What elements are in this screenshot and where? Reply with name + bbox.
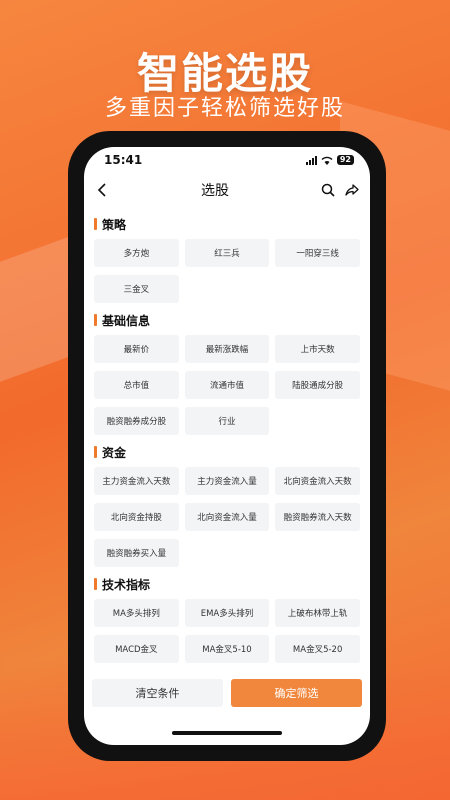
filter-tag[interactable]: 主力资金流入量 (184, 467, 270, 495)
filter-tag[interactable]: 多方炮 (94, 239, 179, 267)
filter-tag[interactable]: 行业 (184, 407, 270, 435)
section-title-text: 策略 (102, 217, 127, 232)
wifi-icon (321, 156, 333, 165)
action-bar: 清空条件 确定筛选 (84, 679, 370, 715)
status-time: 15:41 (104, 153, 143, 167)
filter-tag[interactable]: 最新涨跌幅 (184, 335, 270, 363)
filter-tag[interactable]: 上破布林带上轨 (275, 599, 360, 627)
phone-screen: 15:41 92 选股 策略 多方炮 红三兵 一阳穿三线 三金叉 基础信息 最新… (84, 147, 370, 745)
filter-tag[interactable]: 上市天数 (275, 335, 360, 363)
filter-tag[interactable]: 陆股通成分股 (275, 371, 360, 399)
section-title-text: 技术指标 (102, 577, 151, 592)
home-indicator (172, 731, 282, 735)
filter-tag[interactable]: MA金叉5-10 (184, 635, 270, 663)
section-technical: 技术指标 MA多头排列 EMA多头排列 上破布林带上轨 MACD金叉 MA金叉5… (94, 573, 360, 663)
nav-bar: 选股 (84, 173, 370, 207)
section-title: 策略 (94, 213, 360, 235)
tag-grid: MA多头排列 EMA多头排列 上破布林带上轨 MACD金叉 MA金叉5-10 M… (94, 599, 360, 663)
filter-tag[interactable]: MACD金叉 (94, 635, 179, 663)
status-bar: 15:41 92 (84, 147, 370, 173)
filter-tag[interactable]: 最新价 (94, 335, 179, 363)
section-title-text: 基础信息 (102, 313, 151, 328)
battery-icon: 92 (336, 155, 354, 165)
nav-actions (320, 182, 360, 198)
filter-tag[interactable]: 融资融券流入天数 (275, 503, 360, 531)
tag-grid: 多方炮 红三兵 一阳穿三线 三金叉 (94, 239, 360, 303)
back-icon[interactable] (94, 182, 110, 198)
phone-frame: 15:41 92 选股 策略 多方炮 红三兵 一阳穿三线 三金叉 基础信息 最新… (68, 131, 386, 761)
promo-subtitle: 多重因子轻松筛选好股 (104, 96, 345, 121)
section-marker (94, 446, 97, 458)
section-marker (94, 314, 97, 326)
section-marker (94, 218, 97, 230)
section-title: 技术指标 (94, 573, 360, 595)
filter-tag[interactable]: 三金叉 (94, 275, 179, 303)
filter-tag[interactable]: 流通市值 (184, 371, 270, 399)
filter-tag[interactable]: MA金叉5-20 (275, 635, 360, 663)
filter-content: 策略 多方炮 红三兵 一阳穿三线 三金叉 基础信息 最新价 最新涨跌幅 上市天数 (84, 207, 370, 669)
page-title: 选股 (201, 183, 229, 199)
confirm-button[interactable]: 确定筛选 (231, 679, 362, 707)
filter-tag[interactable]: 融资融券买入量 (94, 539, 179, 567)
filter-tag[interactable]: 红三兵 (184, 239, 270, 267)
tag-grid: 最新价 最新涨跌幅 上市天数 总市值 流通市值 陆股通成分股 融资融券成分股 行… (94, 335, 360, 435)
section-title-text: 资金 (102, 445, 127, 460)
section-strategy: 策略 多方炮 红三兵 一阳穿三线 三金叉 (94, 213, 360, 303)
filter-tag[interactable]: 一阳穿三线 (275, 239, 360, 267)
section-capital: 资金 主力资金流入天数 主力资金流入量 北向资金流入天数 北向资金持股 北向资金… (94, 441, 360, 567)
share-icon[interactable] (344, 182, 360, 198)
signal-icon (305, 155, 317, 165)
filter-tag[interactable]: 北向资金持股 (94, 503, 179, 531)
filter-tag[interactable]: EMA多头排列 (184, 599, 270, 627)
tag-grid: 主力资金流入天数 主力资金流入量 北向资金流入天数 北向资金持股 北向资金流入量… (94, 467, 360, 567)
filter-tag[interactable]: 主力资金流入天数 (94, 467, 179, 495)
clear-button[interactable]: 清空条件 (92, 679, 223, 707)
section-basic-info: 基础信息 最新价 最新涨跌幅 上市天数 总市值 流通市值 陆股通成分股 融资融券… (94, 309, 360, 435)
section-marker (94, 578, 97, 590)
search-icon[interactable] (320, 182, 336, 198)
section-title: 基础信息 (94, 309, 360, 331)
filter-tag[interactable]: 总市值 (94, 371, 179, 399)
filter-tag[interactable]: 融资融券成分股 (94, 407, 179, 435)
filter-tag[interactable]: 北向资金流入量 (184, 503, 270, 531)
status-icons: 92 (305, 155, 354, 165)
section-title: 资金 (94, 441, 360, 463)
filter-tag[interactable]: MA多头排列 (94, 599, 179, 627)
filter-tag[interactable]: 北向资金流入天数 (275, 467, 360, 495)
